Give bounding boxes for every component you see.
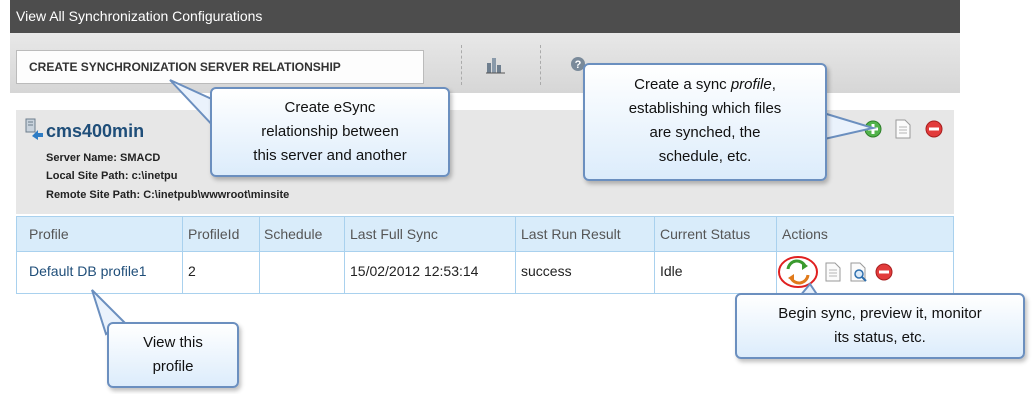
callout-create-profile: Create a sync profile, establishing whic… [583,63,827,181]
last-full-sync-value: 15/02/2012 12:53:14 [350,263,479,279]
preview-icon[interactable] [850,262,868,282]
remote-site-path-label: Remote Site Path: [46,189,141,201]
column-divider [259,217,260,293]
callout-text-line: profile [152,358,194,375]
column-header-current-status[interactable]: Current Status [660,226,750,242]
remote-site-path-detail: Remote Site Path: C:\inetpub\wwwroot\min… [46,189,289,201]
column-header-last-full-sync[interactable]: Last Full Sync [350,226,438,242]
delete-icon[interactable] [925,120,943,138]
callout-begin-sync: Begin sync, preview it, monitor its stat… [735,293,1025,359]
callout-text-line: schedule, etc. [658,148,752,165]
callout-text-line: this server and another [253,147,407,164]
column-divider [182,217,183,293]
delete-icon[interactable] [875,263,893,281]
local-site-path-value: c:\inetpu [131,170,178,182]
server-name-value: SMACD [120,152,161,164]
callout-pointer [819,110,877,142]
callout-text-line: are synched, the [649,124,761,141]
profile-id-value: 2 [188,263,196,279]
document-icon[interactable] [895,119,911,139]
callout-text: , [771,76,776,93]
column-header-actions: Actions [782,226,828,242]
column-header-profile[interactable]: Profile [29,226,69,242]
window-title: View All Synchronization Configurations [10,0,960,33]
column-divider [344,217,345,293]
server-name-label: Server Name: [46,152,117,164]
callout-text-line: View this [143,334,203,351]
column-header-schedule[interactable]: Schedule [264,226,322,242]
column-divider [654,217,655,293]
local-site-path-detail: Local Site Path: c:\inetpu [46,170,177,182]
document-icon[interactable] [825,262,841,282]
callout-text-line: Create eSync [284,99,376,116]
callout-view-profile: View this profile [107,322,239,388]
profile-link[interactable]: Default DB profile1 [29,263,147,279]
chart-icon[interactable] [486,56,506,74]
callout-text-line: Create a sync profile, [585,73,825,97]
callout-text-line: relationship between [261,123,399,140]
callout-create-esync: Create eSync relationship between this s… [210,87,450,177]
svg-text:?: ? [575,59,582,71]
callout-text-line: establishing which files [628,100,782,117]
column-header-last-run-result[interactable]: Last Run Result [521,226,621,242]
toolbar-separator [461,45,462,85]
callout-text: Create a sync [634,76,731,93]
column-divider [515,217,516,293]
server-name-title[interactable]: cms400min [46,121,144,142]
local-site-path-label: Local Site Path: [46,170,129,182]
callout-text-line: its status, etc. [834,329,926,346]
callout-text-italic: profile [730,76,772,93]
column-header-profileid[interactable]: ProfileId [188,226,239,242]
toolbar-separator [540,45,541,85]
callout-text-line: Begin sync, preview it, monitor [778,305,982,322]
server-sync-icon [25,118,43,140]
server-name-detail: Server Name: SMACD [46,152,160,164]
remote-site-path-value: C:\inetpub\wwwroot\minsite [143,189,290,201]
last-run-result-value: success [521,263,572,279]
current-status-value: Idle [660,263,683,279]
